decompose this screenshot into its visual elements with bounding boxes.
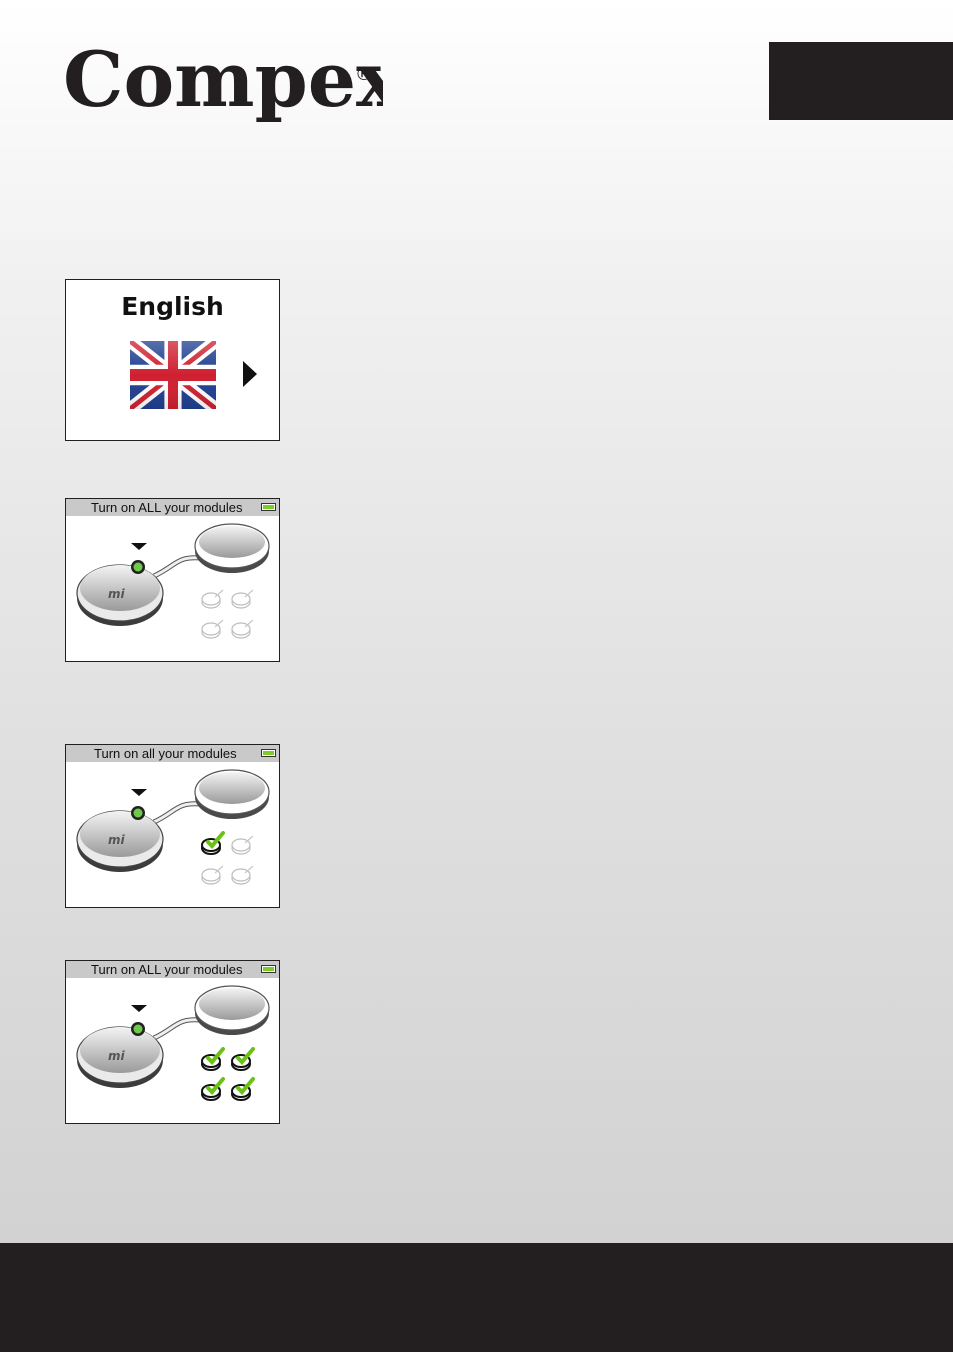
- battery-icon: [261, 965, 276, 973]
- mi-logo: mi: [108, 587, 126, 601]
- module-icon: [201, 865, 224, 885]
- module-icon: [231, 865, 254, 885]
- page-tab-block: [769, 42, 953, 120]
- screen-title: Turn on all your modules: [94, 746, 237, 761]
- pod-top: [199, 526, 265, 558]
- power-light: [133, 808, 143, 818]
- language-screen: English: [65, 279, 280, 441]
- pointer-arrow-icon: [131, 1005, 147, 1012]
- pointer-arrow-icon: [131, 789, 147, 796]
- module-icon: [231, 619, 254, 639]
- power-light: [133, 562, 143, 572]
- module-icon: [231, 835, 254, 855]
- footer-bar: [0, 1243, 953, 1352]
- arrow-right-icon[interactable]: [243, 361, 257, 387]
- battery-icon: [261, 503, 276, 511]
- battery-icon: [261, 749, 276, 757]
- screen-title: Turn on ALL your modules: [91, 962, 243, 977]
- pod-top: [199, 772, 265, 804]
- module-icon: [201, 1047, 225, 1071]
- screen-header: Turn on ALL your modules: [66, 499, 279, 516]
- screen-title: Turn on ALL your modules: [91, 500, 243, 515]
- module-icon: [231, 1047, 255, 1071]
- module-icon: [231, 589, 254, 609]
- device-illustration: mi: [76, 523, 270, 639]
- module-screen-1: Turn on ALL your modules mi: [65, 498, 280, 662]
- module-icon: [201, 831, 225, 855]
- mi-logo: mi: [108, 1049, 126, 1063]
- brand-name: Compex: [63, 44, 383, 124]
- mi-logo: mi: [108, 833, 126, 847]
- module-screen-2: Turn on all your modules mi: [65, 744, 280, 908]
- module-icon: [231, 1077, 255, 1101]
- module-screen-3: Turn on ALL your modules mi: [65, 960, 280, 1124]
- registered-mark: ®: [355, 64, 373, 85]
- uk-flag-icon: [130, 341, 216, 409]
- module-icon: [201, 1077, 225, 1101]
- language-title: English: [121, 292, 224, 321]
- device-illustration: mi: [76, 985, 270, 1101]
- screen-header: Turn on all your modules: [66, 745, 279, 762]
- pod-top: [199, 988, 265, 1020]
- compex-logo: Compex ®: [63, 44, 383, 124]
- module-icon: [201, 589, 224, 609]
- pointer-arrow-icon: [131, 543, 147, 550]
- module-icon: [201, 619, 224, 639]
- screen-header: Turn on ALL your modules: [66, 961, 279, 978]
- device-illustration: mi: [76, 769, 270, 885]
- power-light: [133, 1024, 143, 1034]
